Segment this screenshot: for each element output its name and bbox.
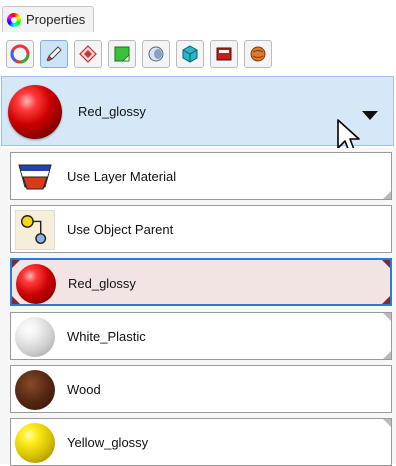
list-item-yellow-glossy[interactable]: Yellow_glossy: [10, 418, 392, 466]
material-dropdown-list: Use Layer Material Use Object Parent Red…: [0, 148, 396, 466]
item-corner: [383, 313, 391, 321]
white-sphere-icon: [15, 317, 55, 357]
properties-toolbar: [0, 34, 396, 74]
red-sphere-icon: [8, 85, 62, 139]
object-color-button[interactable]: [6, 40, 34, 68]
texture-mapping-icon: [114, 46, 130, 62]
display-button[interactable]: [210, 40, 238, 68]
list-item-label: Use Object Parent: [67, 222, 174, 237]
item-corner: [382, 296, 390, 304]
render-mesh-icon: [182, 45, 198, 63]
list-item-label: Wood: [67, 382, 101, 397]
item-corner: [383, 191, 391, 199]
material-button[interactable]: [40, 40, 68, 68]
shadow-icon: [148, 46, 164, 62]
list-item-red-glossy[interactable]: Red_glossy: [10, 258, 392, 306]
item-corner: [12, 296, 20, 304]
item-corner: [12, 260, 20, 268]
list-item-label: White_Plastic: [67, 329, 146, 344]
list-item-wood[interactable]: Wood: [10, 365, 392, 413]
color-wheel-icon: [7, 12, 21, 27]
decal-button[interactable]: [74, 40, 102, 68]
object-color-icon: [10, 44, 30, 64]
list-item-use-layer-material[interactable]: Use Layer Material: [10, 152, 392, 200]
red-sphere-icon: [16, 264, 56, 304]
shadow-button[interactable]: [142, 40, 170, 68]
tab-properties-label: Properties: [26, 12, 86, 27]
material-selector-value: Red_glossy: [78, 104, 146, 119]
list-item-label: Yellow_glossy: [67, 435, 149, 450]
object-parent-icon: [15, 210, 55, 250]
dropdown-arrow-icon[interactable]: [362, 111, 378, 120]
item-corner: [383, 351, 391, 359]
item-corner: [382, 260, 390, 268]
render-mesh-button[interactable]: [176, 40, 204, 68]
item-corner: [383, 419, 391, 427]
list-item-white-plastic[interactable]: White_Plastic: [10, 312, 392, 360]
material-brush-icon: [46, 46, 62, 62]
tab-properties[interactable]: Properties: [2, 6, 94, 32]
display-icon: [216, 47, 232, 61]
environment-button[interactable]: [244, 40, 272, 68]
list-item-label: Red_glossy: [68, 276, 136, 291]
yellow-sphere-icon: [15, 423, 55, 463]
panel-tabstrip: Properties: [0, 0, 396, 35]
decal-icon: [79, 45, 97, 63]
layer-material-icon: [15, 157, 55, 197]
list-item-use-object-parent[interactable]: Use Object Parent: [10, 205, 392, 253]
list-item-label: Use Layer Material: [67, 169, 177, 184]
wood-sphere-icon: [15, 370, 55, 410]
environment-icon: [250, 46, 266, 62]
texture-mapping-button[interactable]: [108, 40, 136, 68]
